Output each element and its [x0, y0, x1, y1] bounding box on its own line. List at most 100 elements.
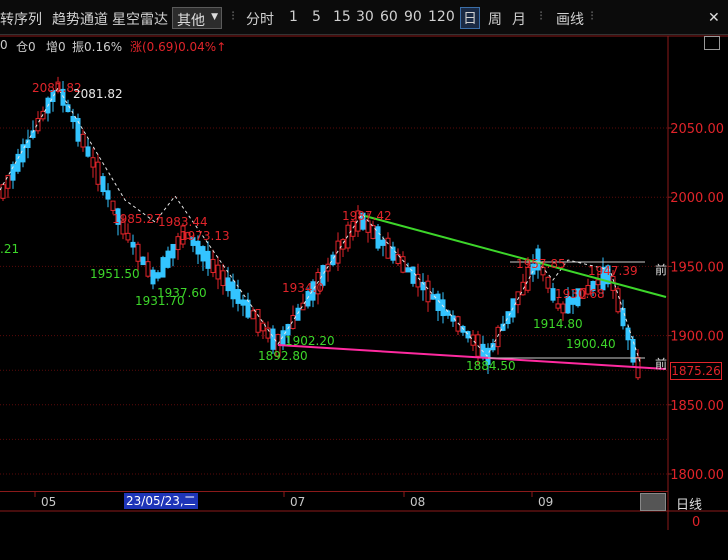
candle-body [445, 310, 451, 316]
price-tick-label: 2000.00 [670, 191, 724, 206]
bottom-value: 0 [692, 515, 701, 530]
period-90[interactable]: 90 [404, 9, 422, 25]
candle-body [145, 261, 151, 277]
period-timeshare[interactable]: 分时 [246, 9, 274, 29]
period-120[interactable]: 120 [428, 9, 455, 25]
candle-body [300, 302, 306, 311]
info-field-0: 0 [0, 38, 8, 52]
candle-body [230, 281, 236, 300]
candle-body [495, 326, 501, 348]
candle-body [65, 104, 71, 113]
candle-body [140, 256, 146, 266]
period-1[interactable]: 1 [289, 9, 298, 25]
period-week[interactable]: 周 [488, 9, 502, 29]
annotation-high: 1987.42 [342, 209, 392, 223]
price-tick-label: 2050.00 [670, 122, 724, 137]
candle-body [245, 299, 251, 318]
candle-body [630, 338, 636, 363]
period-month[interactable]: 月 [512, 9, 526, 29]
menu-star-radar[interactable]: 星空雷达 [112, 9, 168, 29]
candle-body [325, 263, 331, 272]
candle-body [125, 232, 131, 241]
candle-body [625, 327, 631, 341]
candle-body [290, 315, 296, 329]
annotation-low: 1892.80 [258, 349, 308, 363]
annotation-low: 1951.50 [90, 267, 140, 281]
annotation-low: 1902.20 [285, 334, 335, 348]
candle-body [250, 310, 256, 320]
scroll-knob[interactable] [640, 493, 666, 511]
cursor-date-label: 23/05/23,二 [124, 493, 198, 509]
info-bar: 0 仓0 增0 振0.16% 涨(0.69)0.04%↑ [0, 36, 728, 56]
candle-body [555, 303, 561, 309]
candle-body [295, 307, 301, 321]
info-change: 涨(0.69)0.04%↑ [130, 40, 227, 54]
period-day[interactable]: 日 [460, 7, 480, 29]
indicator-combo-value: 其他 [177, 13, 205, 29]
candle-body [345, 224, 351, 249]
chevron-down-icon: ▼ [211, 12, 218, 22]
candle-body [80, 133, 86, 148]
annotation-high: 1985.27 [112, 212, 162, 226]
period-60[interactable]: 60 [380, 9, 398, 25]
kline-chart[interactable]: 2050.00 2000.00 1950.00 1900.00 1850.00 1800.… [0, 0, 728, 560]
candle-body [385, 237, 391, 259]
draw-line-button[interactable]: 画线 [556, 9, 584, 29]
annotation-high: 1947.39 [588, 264, 638, 278]
candle-body [415, 273, 421, 288]
annotation-high: 1973.13 [180, 229, 230, 243]
time-axis [0, 491, 668, 512]
menu-transfer-sequence[interactable]: 转序列 [0, 9, 42, 29]
front-marker: 前 [655, 356, 667, 371]
candle-body [170, 243, 176, 259]
candle-body [220, 270, 226, 287]
candle-body [620, 307, 626, 327]
candle-body [100, 176, 106, 193]
period-30[interactable]: 30 [356, 9, 374, 25]
candle-body [210, 258, 216, 273]
close-icon[interactable]: ✕ [708, 10, 720, 26]
indicator-combo[interactable]: 其他 ▼ [172, 7, 222, 29]
candle-body [85, 146, 91, 157]
candle-body [560, 303, 566, 314]
price-tick-label: 1800.00 [670, 468, 724, 483]
candle-body [15, 153, 21, 172]
candle-body [70, 115, 76, 123]
menu-trend-channel[interactable]: 趋势通道 [52, 9, 108, 29]
candle-body [165, 250, 171, 268]
candle-body [0, 184, 6, 199]
candle-body [215, 264, 221, 280]
annotation-low: 1884.50 [466, 359, 516, 373]
candle-body [390, 246, 396, 261]
period-name-label: 日线 [676, 498, 703, 513]
annotation-high: 1983.44 [158, 215, 208, 229]
candle-body [255, 309, 261, 333]
annotation-low: 1937.60 [157, 286, 207, 300]
annotation-high: 1957.85 [516, 257, 566, 271]
minimize-box-icon[interactable] [704, 36, 720, 50]
candle-body [440, 299, 446, 317]
candle-body [90, 157, 96, 168]
candle-body [110, 200, 116, 211]
price-tick-label: 1850.00 [670, 399, 724, 414]
candle-body [470, 334, 476, 346]
candle-body [595, 279, 601, 286]
candle-body [160, 257, 166, 278]
period-5[interactable]: 5 [312, 9, 321, 25]
candle-body [350, 220, 356, 237]
candle-body [135, 243, 141, 262]
info-increase: 增0 [46, 40, 66, 54]
toolbar-divider: ⁝ [590, 9, 595, 24]
candle-body [370, 225, 376, 239]
annotation-high: 1930.68 [555, 287, 605, 301]
candle-body [400, 256, 406, 273]
price-tick-label: 1900.00 [670, 330, 724, 345]
candle-body [225, 277, 231, 292]
candle-body [130, 241, 136, 248]
period-15[interactable]: 15 [333, 9, 351, 25]
candle-body [200, 246, 206, 262]
toolbar: 转序列 趋势通道 星空雷达 其他 ▼ ⁝ 分时 1 5 15 30 60 90 … [0, 0, 728, 35]
candle-body [545, 276, 551, 289]
candle-body [505, 311, 511, 325]
info-position: 仓0 [16, 40, 36, 54]
